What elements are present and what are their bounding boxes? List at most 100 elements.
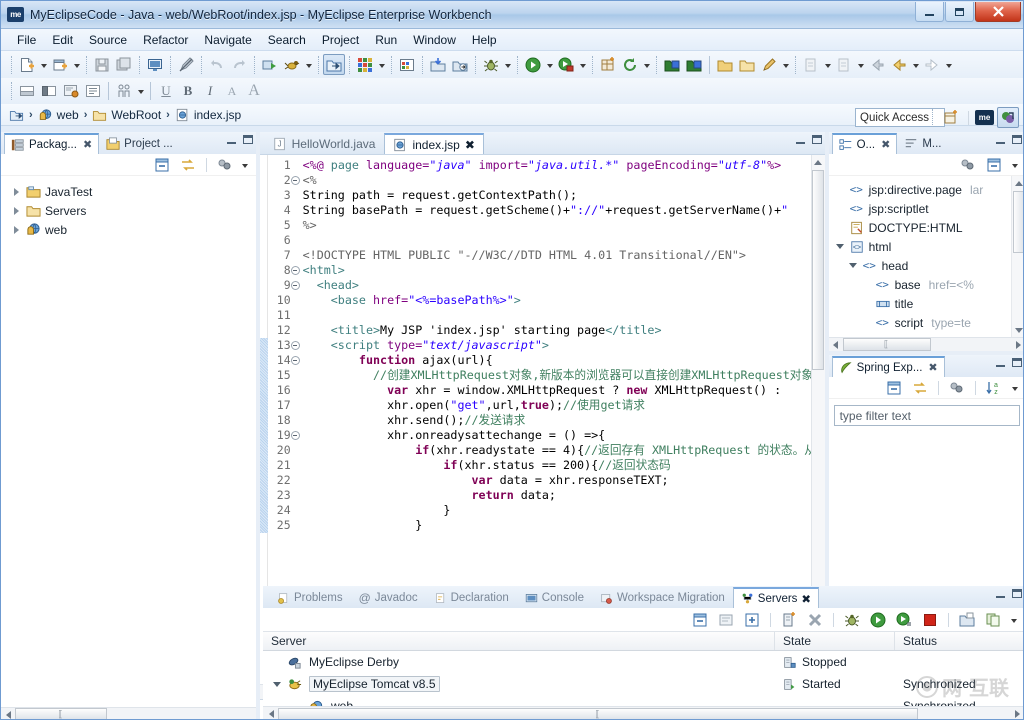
delete-server-button[interactable] [804, 609, 826, 630]
next-edit-dropdown[interactable] [822, 55, 833, 75]
maximize-button[interactable] [945, 2, 974, 22]
breadcrumb-item-root[interactable] [9, 108, 24, 122]
open-perspective-icon-button[interactable] [940, 107, 962, 128]
code-line[interactable]: } [303, 503, 811, 518]
new-wizard-dropdown[interactable] [38, 55, 49, 75]
search-button[interactable] [758, 54, 780, 75]
code-line[interactable]: xhr.open("get",url,true);//使用get请求 [303, 398, 811, 413]
outline-item[interactable]: <> script type=te [831, 313, 1023, 332]
import-button[interactable] [427, 54, 449, 75]
open-perspective-button[interactable] [323, 54, 345, 75]
minimize-outline-button[interactable] [995, 135, 1006, 144]
tab-outline-close[interactable]: ✖ [881, 138, 890, 151]
tree-item-javatest[interactable]: JavaTest [5, 182, 256, 201]
fold-marker[interactable] [290, 341, 300, 350]
code-line[interactable]: var data = xhr.responseTEXT; [303, 473, 811, 488]
refresh-button[interactable] [619, 54, 641, 75]
outline-layout-button[interactable] [82, 81, 104, 102]
scroll-up-button[interactable] [811, 155, 825, 169]
outline-item[interactable]: <> base href=<% [831, 275, 1023, 294]
code-line[interactable]: <head> [303, 278, 811, 293]
menu-file[interactable]: File [9, 31, 44, 49]
outline-item[interactable]: <> jsp:scriptlet [831, 199, 1023, 218]
fold-marker[interactable] [290, 176, 300, 185]
new-window-button[interactable] [597, 54, 619, 75]
column-header-server[interactable]: Server [263, 632, 775, 650]
outline-item[interactable]: DOCTYPE:HTML [831, 218, 1023, 237]
spring-filter-input[interactable]: type filter text [833, 405, 1021, 426]
new-wizard-button[interactable] [16, 54, 38, 75]
tab-servers[interactable]: Servers ✖ [732, 587, 820, 608]
outline-collapse-all-button[interactable] [983, 154, 1005, 175]
code-line[interactable]: //创建XMLHttpRequest对象,新版本的浏览器可以直接创建XMLHtt… [303, 368, 811, 383]
code-line[interactable]: return data; [303, 488, 811, 503]
package-explorer-hscrollbar[interactable]: ⟦ [1, 707, 256, 719]
code-line[interactable]: String path = request.getContextPath(); [303, 188, 811, 203]
menu-edit[interactable]: Edit [44, 31, 81, 49]
outline-hscrollbar[interactable]: ⟦ [828, 337, 1023, 351]
view-menu-filters-button[interactable] [214, 154, 236, 175]
tab-console[interactable]: Console [517, 587, 592, 608]
new-project-button[interactable] [49, 54, 71, 75]
debug-server-button[interactable] [841, 609, 863, 630]
maximize-servers-button[interactable] [1012, 589, 1022, 598]
outline-expander[interactable] [835, 241, 846, 252]
java-perspective-button[interactable] [997, 107, 1019, 128]
deploy-button[interactable] [259, 54, 281, 75]
next-annotation-button[interactable] [661, 54, 683, 75]
new-project-dropdown[interactable] [71, 55, 82, 75]
servers-hscroll-thumb[interactable]: ⟦ [278, 707, 918, 719]
outline-item[interactable]: title [831, 294, 1023, 313]
toggle-mark-occurrences-button[interactable] [175, 54, 197, 75]
tab-declaration[interactable]: Declaration [426, 587, 517, 608]
maximize-editor-button[interactable] [811, 135, 822, 144]
open-resource-button[interactable] [736, 54, 758, 75]
matrix-view-dropdown[interactable] [376, 55, 387, 75]
tab-package-explorer-close[interactable]: ✖ [83, 138, 92, 151]
code-line[interactable] [303, 308, 811, 323]
forward-dropdown[interactable] [943, 55, 954, 75]
new-server-button[interactable] [778, 609, 800, 630]
debug-button[interactable] [480, 54, 502, 75]
menu-search[interactable]: Search [260, 31, 314, 49]
prev-edit-button[interactable] [833, 54, 855, 75]
italic-button[interactable]: I [199, 81, 221, 102]
back-dropdown[interactable] [910, 55, 921, 75]
spring-link-editor-button[interactable] [909, 377, 931, 398]
code-line[interactable]: <title>My JSP 'index.jsp' starting page<… [303, 323, 811, 338]
fold-marker[interactable] [290, 431, 300, 440]
code-line[interactable]: %> [303, 218, 811, 233]
table-row[interactable]: MyEclipse Tomcat v8.5 Started Synchronized [263, 673, 1023, 695]
tab-problems[interactable]: Problems [269, 587, 351, 608]
minimize-servers-button[interactable] [995, 589, 1006, 598]
server-row-expander[interactable] [271, 679, 282, 690]
fold-marker[interactable] [290, 356, 300, 365]
minimize-button[interactable] [915, 2, 944, 22]
profile-server-button[interactable] [893, 609, 915, 630]
run-dropdown[interactable] [544, 55, 555, 75]
tab-spring-explorer[interactable]: Spring Exp... ✖ [831, 356, 945, 377]
code-line[interactable]: xhr.onreadysattechange = () =>{ [303, 428, 811, 443]
editor-vscroll-thumb[interactable] [812, 170, 825, 370]
redo-button[interactable] [228, 54, 250, 75]
servers-hscroll-right[interactable] [1010, 708, 1023, 720]
minimize-editor-button[interactable] [795, 135, 806, 144]
outline-expander[interactable] [848, 260, 859, 271]
link-with-editor-button[interactable] [177, 154, 199, 175]
tab-outline[interactable]: O... ✖ [831, 133, 898, 154]
code-line[interactable] [303, 233, 811, 248]
open-type-button[interactable] [714, 54, 736, 75]
publish-button[interactable] [956, 609, 978, 630]
code-line[interactable]: } [303, 518, 811, 533]
column-header-status[interactable]: Status [895, 632, 1023, 650]
tab-javadoc[interactable]: @ Javadoc [351, 587, 426, 608]
menu-run[interactable]: Run [367, 31, 405, 49]
matrix-view-button[interactable] [354, 54, 376, 75]
code-line[interactable]: <html> [303, 263, 811, 278]
code-line[interactable]: <script type="text/javascript"> [303, 338, 811, 353]
menu-window[interactable]: Window [405, 31, 464, 49]
outline-view-menu-button[interactable] [1009, 155, 1020, 175]
outline-scroll-up[interactable] [1012, 176, 1023, 190]
servers-expand-all-button[interactable] [741, 609, 763, 630]
code-line[interactable]: <%@ page language="java" import="java.ut… [303, 158, 811, 173]
